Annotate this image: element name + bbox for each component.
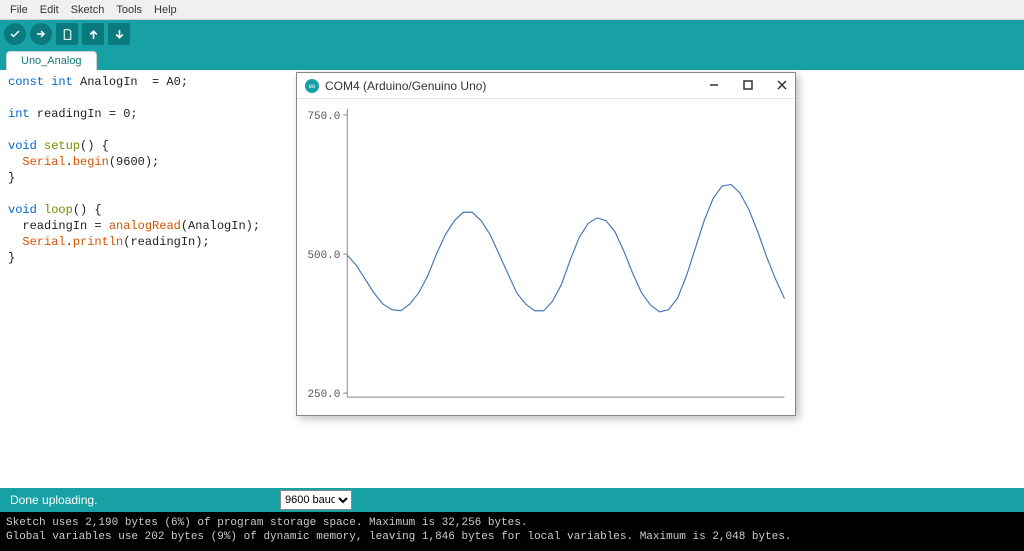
arduino-logo-icon: ∞ xyxy=(305,79,319,93)
console-line2: Global variables use 202 bytes (9%) of d… xyxy=(6,531,792,543)
baud-select[interactable]: 9600 baud xyxy=(280,490,352,510)
plot-area: 750.0 500.0 250.0 xyxy=(297,99,795,415)
status-text: Done uploading. xyxy=(10,493,97,507)
maximize-button[interactable] xyxy=(743,79,753,93)
ytick-500: 500.0 xyxy=(308,250,341,262)
close-button[interactable] xyxy=(777,79,787,93)
console: Sketch uses 2,190 bytes (6%) of program … xyxy=(0,512,1024,551)
tab-sketch[interactable]: Uno_Analog xyxy=(6,51,97,70)
workspace: const int AnalogIn = A0; int readingIn =… xyxy=(0,70,1024,488)
file-icon xyxy=(61,28,74,41)
baud-select-wrap: 9600 baud xyxy=(280,490,352,510)
arrow-right-icon xyxy=(35,28,47,40)
menu-help[interactable]: Help xyxy=(148,2,183,18)
plot-line xyxy=(347,184,784,311)
close-icon xyxy=(777,80,787,90)
menu-tools[interactable]: Tools xyxy=(110,2,148,18)
upload-button[interactable] xyxy=(30,23,52,45)
plotter-title-text: COM4 (Arduino/Genuino Uno) xyxy=(325,79,486,93)
open-button[interactable] xyxy=(82,23,104,45)
arrow-up-icon xyxy=(87,28,100,41)
plotter-titlebar[interactable]: ∞ COM4 (Arduino/Genuino Uno) xyxy=(297,73,795,99)
minimize-button[interactable] xyxy=(709,79,719,93)
menu-edit[interactable]: Edit xyxy=(34,2,65,18)
status-bar: Done uploading. 9600 baud xyxy=(0,488,1024,512)
plot-svg: 750.0 500.0 250.0 xyxy=(297,99,795,415)
toolbar xyxy=(0,20,1024,48)
menubar[interactable]: File Edit Sketch Tools Help xyxy=(0,0,1024,20)
ytick-250: 250.0 xyxy=(308,389,341,401)
menu-sketch[interactable]: Sketch xyxy=(65,2,111,18)
minimize-icon xyxy=(709,80,719,90)
verify-button[interactable] xyxy=(4,23,26,45)
maximize-icon xyxy=(743,80,753,90)
save-button[interactable] xyxy=(108,23,130,45)
arrow-down-icon xyxy=(113,28,126,41)
serial-plotter-window[interactable]: ∞ COM4 (Arduino/Genuino Uno) 750.0 500.0… xyxy=(296,72,796,416)
menu-file[interactable]: File xyxy=(4,2,34,18)
check-icon xyxy=(9,28,21,40)
console-line1: Sketch uses 2,190 bytes (6%) of program … xyxy=(6,517,528,529)
new-sketch-button[interactable] xyxy=(56,23,78,45)
ytick-750: 750.0 xyxy=(308,111,341,123)
tab-bar: Uno_Analog xyxy=(0,48,1024,70)
